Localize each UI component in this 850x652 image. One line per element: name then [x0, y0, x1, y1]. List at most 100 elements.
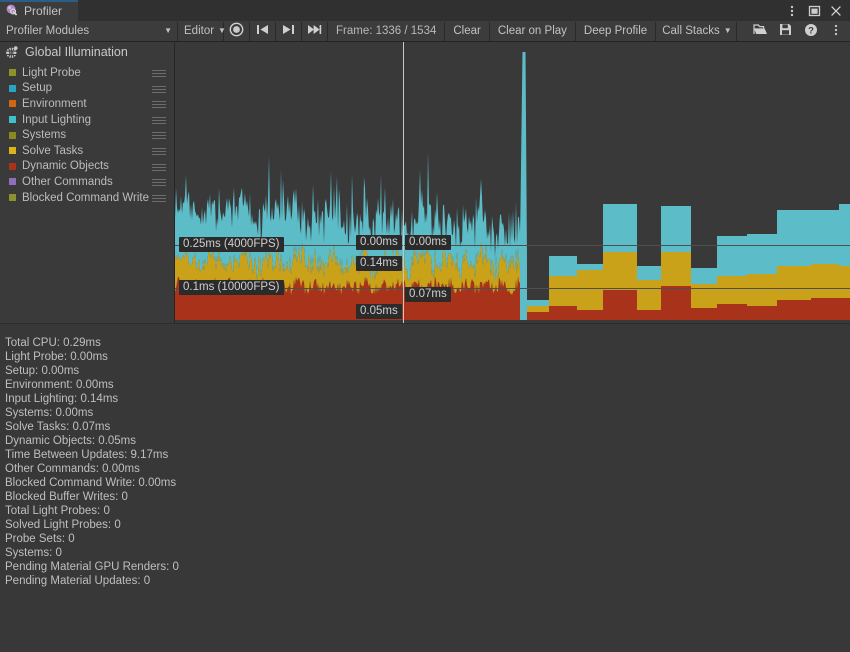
frame-counter-label: Frame: 1336 / 1534	[336, 25, 436, 37]
module-panel-title: Global Illumination	[25, 45, 128, 59]
drag-handle-icon[interactable]	[152, 195, 166, 201]
drag-handle-icon[interactable]	[152, 86, 166, 92]
clear-on-play-button[interactable]: Clear on Play	[490, 22, 576, 41]
stat-row: Total Light Probes: 0	[5, 504, 850, 518]
last-frame-button[interactable]	[302, 22, 328, 41]
clear-on-play-label: Clear on Play	[498, 25, 567, 37]
legend-swatch	[9, 85, 16, 92]
legend-item-light-probe[interactable]: Light Probe	[0, 65, 174, 81]
module-details-panel: Total CPU: 0.29msLight Probe: 0.00msSetu…	[0, 323, 850, 652]
chevron-down-icon: ▼	[724, 27, 732, 35]
legend-swatch	[9, 100, 16, 107]
legend-item-dynamic-objects[interactable]: Dynamic Objects	[0, 159, 174, 175]
load-profile-button[interactable]	[748, 22, 773, 41]
legend-item-other-commands[interactable]: Other Commands	[0, 174, 174, 190]
legend-item-solve-tasks[interactable]: Solve Tasks	[0, 143, 174, 159]
annotation-frame-b-bottom: 0.07ms	[405, 287, 451, 302]
legend-item-blocked-command-write[interactable]: Blocked Command Write	[0, 190, 174, 206]
drag-handle-icon[interactable]	[152, 117, 166, 123]
deep-profile-label: Deep Profile	[584, 25, 647, 37]
stat-row: Blocked Command Write: 0.00ms	[5, 476, 850, 490]
help-button[interactable]: ?	[798, 22, 823, 41]
prev-frame-icon	[282, 24, 295, 38]
stat-row: Time Between Updates: 9.17ms	[5, 448, 850, 462]
frame-counter: Frame: 1336 / 1534	[328, 22, 445, 41]
stat-row: Probe Sets: 0	[5, 532, 850, 546]
titlebar-drag-area	[78, 0, 782, 21]
legend-label: Systems	[22, 129, 66, 141]
chevron-down-icon: ▼	[164, 27, 172, 35]
legend-label: Dynamic Objects	[22, 160, 109, 172]
chart-area: Global Illumination Light Probe Setup En…	[0, 42, 850, 323]
stat-row: Blocked Buffer Writes: 0	[5, 490, 850, 504]
drag-handle-icon[interactable]	[152, 70, 166, 76]
help-icon: ?	[804, 23, 818, 40]
stat-row: Systems: 0.00ms	[5, 406, 850, 420]
area-series-2	[175, 151, 524, 281]
legend-label: Setup	[22, 82, 52, 94]
maximize-button[interactable]	[804, 1, 824, 20]
tab-profiler[interactable]: Profiler	[0, 0, 78, 21]
drag-handle-icon[interactable]	[152, 148, 166, 154]
first-frame-button[interactable]	[250, 22, 276, 41]
stat-row: Solve Tasks: 0.07ms	[5, 420, 850, 434]
svg-text:?: ?	[808, 25, 814, 36]
legend-item-environment[interactable]: Environment	[0, 96, 174, 112]
tab-label: Profiler	[24, 4, 62, 18]
window-titlebar: Profiler	[0, 0, 850, 21]
legend-item-systems[interactable]: Systems	[0, 127, 174, 143]
legend-swatch	[9, 132, 16, 139]
legend-swatch	[9, 163, 16, 170]
legend-label: Solve Tasks	[22, 145, 83, 157]
folder-open-icon	[753, 23, 768, 39]
legend-label: Environment	[22, 98, 87, 110]
legend-swatch	[9, 178, 16, 185]
legend-label: Light Probe	[22, 67, 81, 79]
profiler-target-dropdown[interactable]: Editor ▼	[178, 22, 224, 41]
prev-frame-button[interactable]	[276, 22, 302, 41]
globe-icon	[4, 45, 19, 60]
toolbar-right-group: ?	[748, 22, 850, 41]
profiler-icon	[5, 4, 19, 17]
annotation-01ms: 0.1ms (10000FPS)	[179, 280, 284, 295]
drag-handle-icon[interactable]	[152, 101, 166, 107]
last-frame-icon	[307, 24, 322, 38]
legend-item-input-lighting[interactable]: Input Lighting	[0, 112, 174, 128]
module-legend-panel: Global Illumination Light Probe Setup En…	[0, 42, 175, 323]
save-profile-button[interactable]	[773, 22, 798, 41]
call-stacks-dropdown[interactable]: Call Stacks ▼	[656, 22, 736, 41]
legend-swatch	[9, 194, 16, 201]
drag-handle-icon[interactable]	[152, 132, 166, 138]
legend-swatch	[9, 116, 16, 123]
record-button[interactable]	[224, 22, 250, 41]
stat-row: Systems: 0	[5, 546, 850, 560]
deep-profile-button[interactable]: Deep Profile	[576, 22, 656, 41]
profiler-window: Profiler	[0, 0, 850, 652]
window-menu-button[interactable]	[782, 1, 802, 20]
module-panel-header: Global Illumination	[0, 42, 174, 62]
window-controls	[782, 0, 850, 21]
profiler-graph[interactable]: 0.25ms (4000FPS) 0.1ms (10000FPS) 0.00ms…	[175, 42, 850, 323]
legend-label: Input Lighting	[22, 114, 91, 126]
stat-row: Pending Material GPU Renders: 0	[5, 560, 850, 574]
first-frame-icon	[256, 24, 269, 38]
drag-handle-icon[interactable]	[152, 179, 166, 185]
clear-button[interactable]: Clear	[445, 22, 489, 41]
kebab-menu-icon	[834, 23, 838, 40]
current-frame-marker[interactable]	[403, 42, 404, 323]
profiler-menu-button[interactable]	[823, 22, 848, 41]
annotation-025ms: 0.25ms (4000FPS)	[179, 237, 284, 252]
stat-row: Setup: 0.00ms	[5, 364, 850, 378]
legend-item-setup[interactable]: Setup	[0, 81, 174, 97]
legend-swatch	[9, 69, 16, 76]
drag-handle-icon[interactable]	[152, 164, 166, 170]
close-button[interactable]	[826, 1, 846, 20]
profiler-modules-dropdown[interactable]: Profiler Modules ▼	[0, 22, 178, 41]
stat-row: Total CPU: 0.29ms	[5, 336, 850, 350]
profiler-modules-label: Profiler Modules	[6, 25, 89, 37]
module-legend-list: Light Probe Setup Environment Input Ligh…	[0, 65, 174, 205]
area-spike	[520, 52, 527, 320]
legend-label: Other Commands	[22, 176, 113, 188]
stat-row: Light Probe: 0.00ms	[5, 350, 850, 364]
annotation-frame-a-top: 0.00ms	[356, 235, 402, 250]
